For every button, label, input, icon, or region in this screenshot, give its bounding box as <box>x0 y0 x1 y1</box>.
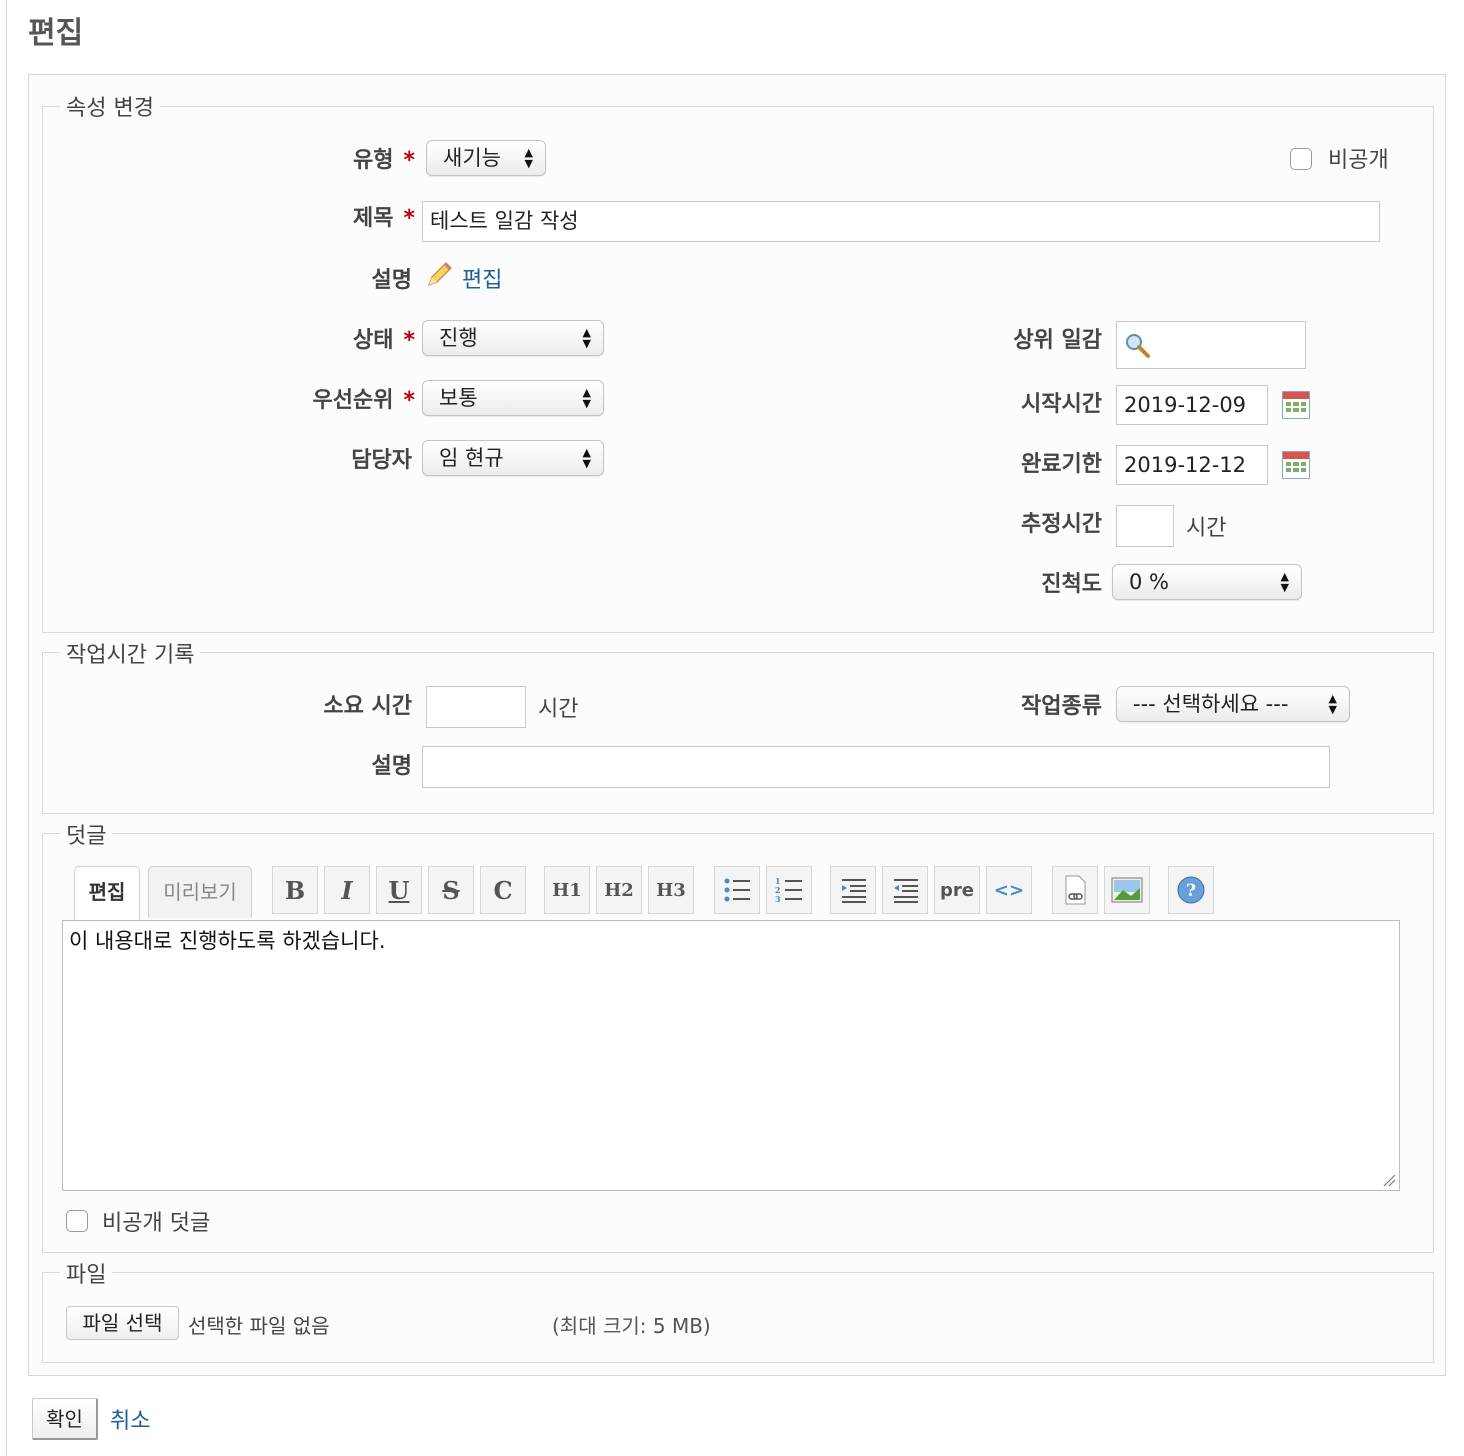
private-label: 비공개 <box>1328 148 1389 173</box>
description-label: 설명 <box>371 268 412 293</box>
time-comment-label: 설명 <box>371 754 412 779</box>
page-title: 편집 <box>28 16 84 51</box>
bold-button[interactable]: B <box>272 866 318 914</box>
done-ratio-select[interactable]: 0 % ▲ ▼ <box>1112 564 1302 600</box>
svg-text:3: 3 <box>775 894 781 904</box>
tab-edit[interactable]: 편집 <box>74 866 140 922</box>
activity-select[interactable]: --- 선택하세요 --- ▲ ▼ <box>1116 686 1350 722</box>
svg-text:?: ? <box>1186 881 1196 901</box>
assignee-select[interactable]: 임 현규 ▲ ▼ <box>422 440 604 476</box>
heading1-button[interactable]: H1 <box>544 866 590 914</box>
preformatted-button[interactable]: pre <box>934 866 980 914</box>
underline-button[interactable]: U <box>376 866 422 914</box>
estimated-hours-unit: 시간 <box>1186 516 1227 541</box>
time-log-legend: 작업시간 기록 <box>60 637 201 669</box>
indent-icon <box>842 879 866 903</box>
description-edit-link[interactable]: 편집 <box>462 262 502 294</box>
status-label: 상태 * <box>353 328 415 353</box>
notes-legend: 덧글 <box>60 818 113 850</box>
ordered-list-button[interactable]: 123 <box>766 866 812 914</box>
strikethrough-button[interactable]: S <box>428 866 474 914</box>
numbered-list-icon: 123 <box>775 876 802 904</box>
image-button[interactable] <box>1104 866 1150 914</box>
calendar-icon[interactable] <box>1282 451 1310 479</box>
due-date-input[interactable]: 2019-12-12 <box>1116 445 1268 485</box>
select-arrows-icon: ▲ ▼ <box>582 446 591 470</box>
tracker-select[interactable]: 새기능 ▲ ▼ <box>426 140 546 176</box>
heading2-button[interactable]: H2 <box>596 866 642 914</box>
select-arrows-icon: ▲ ▼ <box>1328 692 1337 716</box>
italic-button[interactable]: I <box>324 866 370 914</box>
help-icon: ? <box>1177 876 1205 904</box>
parent-issue-input[interactable] <box>1116 321 1306 369</box>
private-notes-checkbox[interactable] <box>66 1210 88 1232</box>
assignee-label: 담당자 <box>351 448 412 473</box>
image-icon <box>1111 877 1143 903</box>
link-button[interactable] <box>1052 866 1098 914</box>
tab-preview[interactable]: 미리보기 <box>148 866 252 918</box>
link-page-icon <box>1065 875 1086 905</box>
done-ratio-label: 진척도 <box>1041 572 1102 597</box>
priority-select[interactable]: 보통 ▲ ▼ <box>422 380 604 416</box>
max-size-text: (최대 크기: 5 MB) <box>552 1314 711 1338</box>
resize-handle-icon[interactable] <box>1382 1173 1396 1187</box>
code-button[interactable]: C <box>480 866 526 914</box>
select-arrows-icon: ▲ ▼ <box>582 386 591 410</box>
due-date-label: 완료기한 <box>1021 452 1102 477</box>
attributes-legend: 속성 변경 <box>60 90 160 122</box>
bullet-list-icon <box>724 878 750 902</box>
time-spent-unit: 시간 <box>538 697 579 722</box>
outdent-icon <box>894 879 918 903</box>
select-arrows-icon: ▲ ▼ <box>524 146 533 170</box>
notes-textarea[interactable]: 이 내용대로 진행하도록 하겠습니다. <box>62 920 1400 1191</box>
time-spent-input[interactable] <box>426 686 526 728</box>
calendar-icon[interactable] <box>1282 391 1310 419</box>
files-legend: 파일 <box>60 1257 113 1289</box>
pencil-icon <box>424 260 454 290</box>
activity-label: 작업종류 <box>1021 694 1102 719</box>
search-icon <box>1126 334 1150 358</box>
inline-code-button[interactable]: <> <box>986 866 1032 914</box>
tracker-label: 유형 * <box>353 148 415 173</box>
indent-left-button[interactable] <box>882 866 928 914</box>
subject-label: 제목 * <box>353 206 415 231</box>
heading3-button[interactable]: H3 <box>648 866 694 914</box>
attributes-fieldset <box>42 106 1434 633</box>
unordered-list-button[interactable] <box>714 866 760 914</box>
status-select[interactable]: 진행 ▲ ▼ <box>422 320 604 356</box>
subject-input[interactable]: 테스트 일감 작성 <box>422 201 1380 242</box>
select-arrows-icon: ▲ ▼ <box>1280 570 1289 594</box>
time-comment-input[interactable] <box>422 746 1330 788</box>
help-button[interactable]: ? <box>1168 866 1214 914</box>
private-checkbox[interactable] <box>1290 148 1312 170</box>
private-notes-label: 비공개 덧글 <box>102 1211 211 1236</box>
priority-label: 우선순위 * <box>312 388 415 413</box>
parent-issue-label: 상위 일감 <box>1013 328 1102 353</box>
start-date-label: 시작시간 <box>1021 392 1102 417</box>
no-file-text: 선택한 파일 없음 <box>188 1314 330 1338</box>
select-arrows-icon: ▲ ▼ <box>582 326 591 350</box>
indent-right-button[interactable] <box>830 866 876 914</box>
start-date-input[interactable]: 2019-12-09 <box>1116 385 1268 425</box>
time-spent-label: 소요 시간 <box>323 694 412 719</box>
cancel-link[interactable]: 취소 <box>110 1403 150 1435</box>
estimated-hours-input[interactable] <box>1116 505 1174 547</box>
submit-button[interactable]: 확인 <box>32 1398 98 1440</box>
left-border-line <box>6 0 7 1456</box>
choose-file-button[interactable]: 파일 선택 <box>66 1306 179 1340</box>
estimated-hours-label: 추정시간 <box>1021 512 1102 537</box>
time-log-fieldset <box>42 652 1434 814</box>
